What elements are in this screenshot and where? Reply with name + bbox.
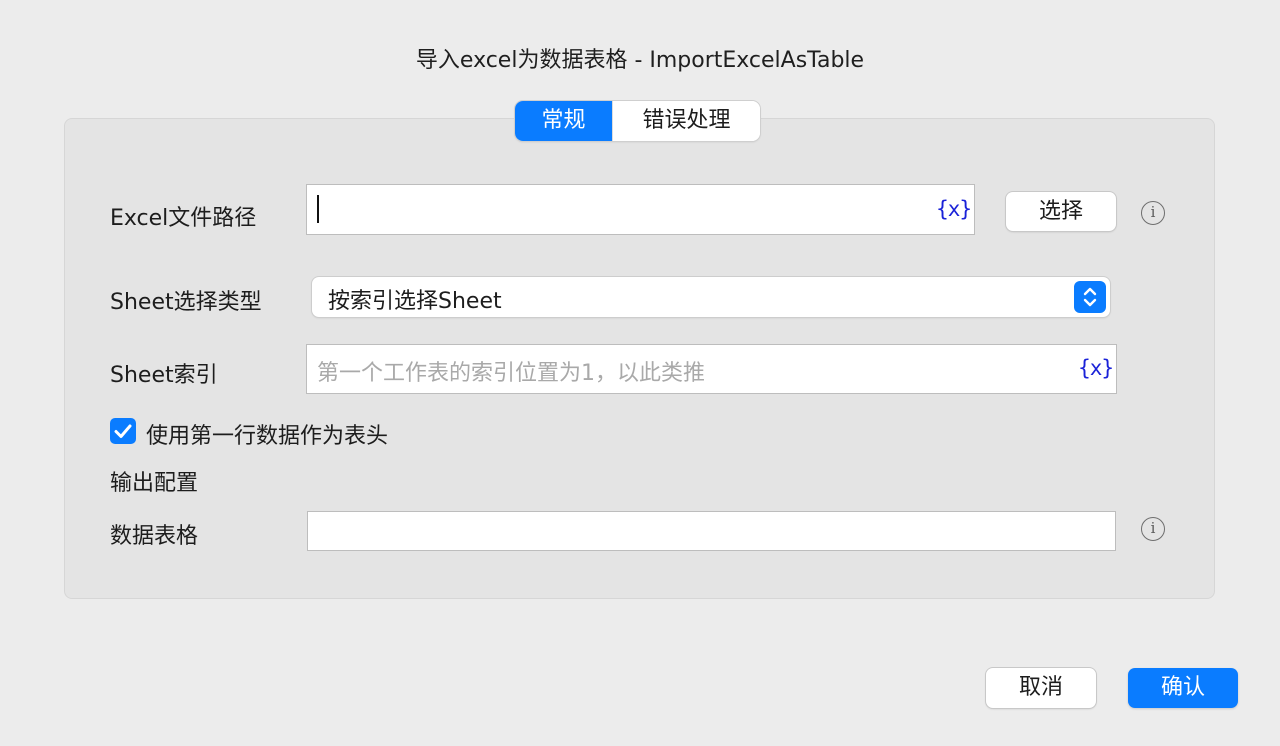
- sheet-type-value: 按索引选择Sheet: [328, 289, 502, 314]
- output-section-heading: 输出配置: [110, 471, 199, 496]
- variable-insert-button[interactable]: {x}: [936, 197, 972, 221]
- choose-file-button[interactable]: 选择: [1006, 192, 1116, 231]
- data-table-label: 数据表格: [110, 524, 199, 549]
- info-icon[interactable]: i: [1141, 517, 1165, 541]
- chevron-up-down-icon[interactable]: [1074, 281, 1106, 313]
- header-checkbox-label[interactable]: 使用第一行数据作为表头: [146, 418, 388, 450]
- confirm-button[interactable]: 确认: [1128, 668, 1238, 708]
- tab-general[interactable]: 常规: [515, 101, 612, 141]
- sheet-index-label: Sheet索引: [110, 363, 218, 388]
- cancel-button[interactable]: 取消: [986, 668, 1096, 708]
- excel-path-input[interactable]: {x}: [306, 184, 975, 235]
- tab-error-handling[interactable]: 错误处理: [612, 101, 760, 141]
- variable-insert-button[interactable]: {x}: [1078, 356, 1114, 380]
- data-table-input[interactable]: [307, 511, 1116, 551]
- tab-bar: 常规 错误处理: [515, 101, 760, 141]
- header-checkbox[interactable]: [110, 418, 136, 444]
- checkmark-icon: [114, 424, 132, 438]
- sheet-type-label: Sheet选择类型: [110, 290, 262, 315]
- dialog-title: 导入excel为数据表格 - ImportExcelAsTable: [415, 48, 865, 73]
- sheet-index-placeholder: 第一个工作表的索引位置为1，以此类推: [317, 361, 705, 386]
- sheet-type-select[interactable]: 按索引选择Sheet: [312, 277, 1110, 317]
- excel-path-label: Excel文件路径: [110, 206, 257, 231]
- sheet-index-input[interactable]: 第一个工作表的索引位置为1，以此类推 {x}: [306, 344, 1117, 394]
- info-icon[interactable]: i: [1141, 201, 1165, 225]
- text-caret: [317, 195, 319, 223]
